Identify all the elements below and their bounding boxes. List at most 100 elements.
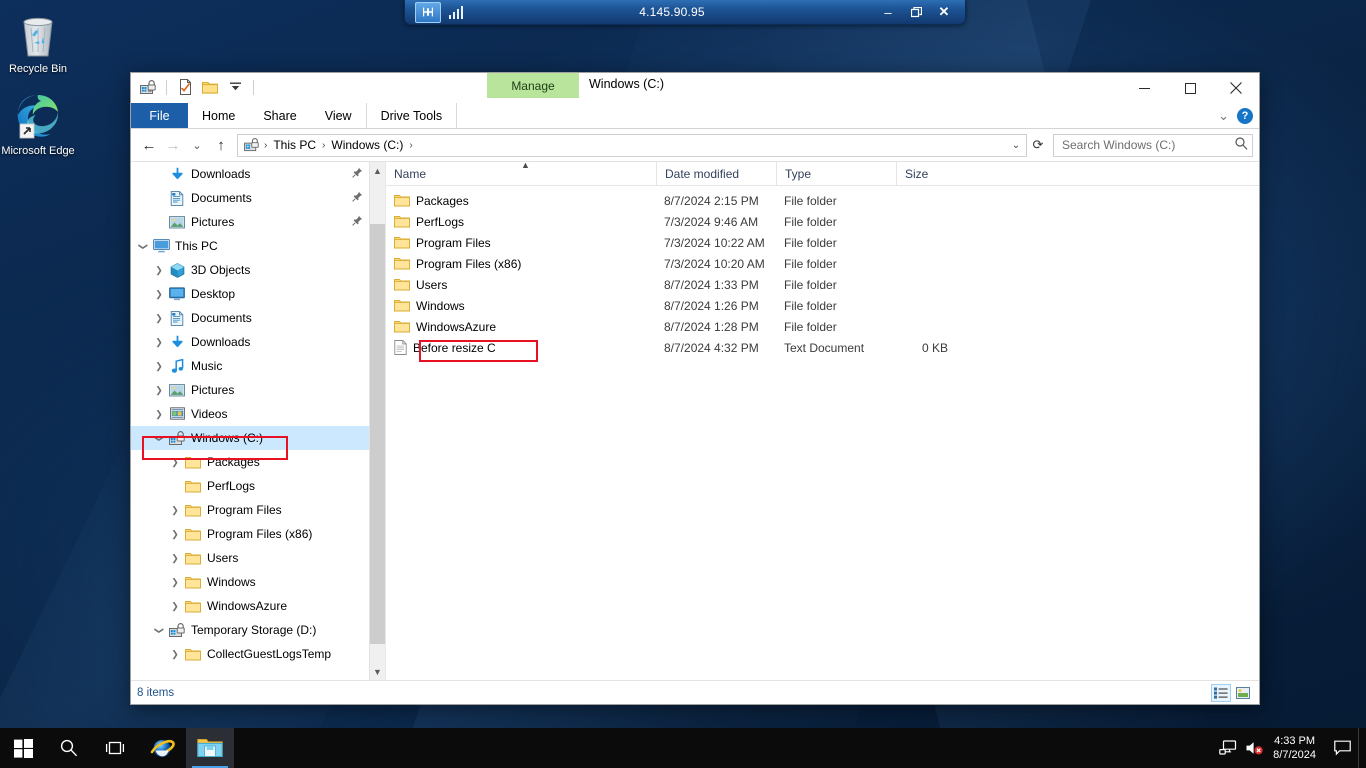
tab-drive-tools[interactable]: Drive Tools [365, 103, 458, 128]
chevron-right-icon[interactable]: ❯ [167, 601, 183, 612]
rdp-close-button[interactable]: ✕ [931, 1, 957, 23]
breadcrumb-dropdown-icon[interactable]: ⌄ [1008, 140, 1024, 151]
tab-home[interactable]: Home [188, 103, 249, 128]
file-row[interactable]: Program Files 7/3/2024 10:22 AM File folde… [386, 232, 1259, 253]
nav-item-windows[interactable]: ❯ Windows [131, 570, 369, 594]
clock[interactable]: 4:33 PM 8/7/2024 [1267, 734, 1326, 762]
chevron-down-icon[interactable]: ❯ [138, 238, 149, 254]
chevron-right-icon[interactable]: ❯ [167, 577, 183, 588]
nav-item-documents[interactable]: Documents [131, 186, 369, 210]
action-center-icon[interactable] [1326, 728, 1358, 768]
large-icons-view-button[interactable] [1233, 684, 1253, 702]
chevron-down-icon[interactable]: ❯ [154, 622, 165, 638]
navigation-scrollbar[interactable]: ▲ ▼ [369, 162, 385, 680]
nav-item-windows-c[interactable]: ❯ Windows (C:) [131, 426, 369, 450]
nav-item-documents[interactable]: ❯ Documents [131, 306, 369, 330]
chevron-right-icon[interactable]: ❯ [167, 553, 183, 564]
desktop-icon-microsoft-edge[interactable]: Microsoft Edge [0, 92, 76, 158]
file-row[interactable]: Before resize C 8/7/2024 4:32 PM Text Docu… [386, 337, 1259, 358]
maximize-button[interactable] [1167, 73, 1213, 103]
nav-item-users[interactable]: ❯ Users [131, 546, 369, 570]
nav-item-pictures[interactable]: ❯ Pictures [131, 378, 369, 402]
chevron-right-icon[interactable]: ❯ [167, 505, 183, 516]
nav-item-3d-objects[interactable]: ❯ 3D Objects [131, 258, 369, 282]
chevron-down-icon[interactable]: ⌄ [1218, 108, 1229, 124]
scroll-up-arrow[interactable]: ▲ [370, 162, 385, 179]
nav-item-desktop[interactable]: ❯ Desktop [131, 282, 369, 306]
task-view-icon[interactable] [92, 728, 138, 768]
chevron-down-icon[interactable]: ❯ [154, 430, 165, 446]
chevron-right-icon[interactable]: ❯ [167, 457, 183, 468]
nav-item-program-files[interactable]: ❯ Program Files [131, 498, 369, 522]
search-icon[interactable] [46, 728, 92, 768]
breadcrumb-item-this-pc[interactable]: This PC [269, 135, 320, 156]
breadcrumb-item-windows-c[interactable]: Windows (C:) [327, 135, 407, 156]
tab-view[interactable]: View [311, 103, 366, 128]
volume-muted-icon[interactable] [1241, 728, 1267, 768]
chevron-right-icon[interactable]: ❯ [151, 385, 167, 396]
customize-quick-access-icon[interactable] [224, 77, 246, 98]
drive-properties-icon[interactable] [174, 77, 196, 98]
nav-item-downloads[interactable]: ❯ Downloads [131, 330, 369, 354]
pin-icon[interactable] [352, 167, 363, 181]
rdp-restore-button[interactable] [903, 1, 929, 23]
nav-item-videos[interactable]: ❯ Videos [131, 402, 369, 426]
pin-icon[interactable] [415, 1, 441, 23]
pin-icon[interactable] [352, 215, 363, 229]
details-view-button[interactable] [1211, 683, 1231, 702]
column-header-size[interactable]: Size [896, 161, 966, 186]
signal-strength-icon[interactable] [443, 2, 469, 23]
tab-file[interactable]: File [131, 103, 188, 128]
new-folder-icon[interactable] [199, 77, 221, 98]
nav-item-perflogs[interactable]: PerfLogs [131, 474, 369, 498]
nav-item-this-pc[interactable]: ❯ This PC [131, 234, 369, 258]
chevron-right-icon[interactable]: ❯ [151, 361, 167, 372]
forward-button[interactable]: → [161, 133, 185, 157]
back-button[interactable]: ← [137, 133, 161, 157]
show-desktop-button[interactable] [1358, 728, 1366, 768]
help-icon[interactable]: ? [1237, 107, 1253, 124]
file-row[interactable]: Packages 8/7/2024 2:15 PM File folder [386, 190, 1259, 211]
recent-locations-button[interactable]: ⌄ [185, 133, 209, 157]
nav-item-program-files-x86[interactable]: ❯ Program Files (x86) [131, 522, 369, 546]
nav-item-temporary-storage-d[interactable]: ❯ Temporary Storage (D:) [131, 618, 369, 642]
minimize-button[interactable] [1121, 73, 1167, 103]
network-icon[interactable] [1215, 728, 1241, 768]
up-button[interactable]: ↑ [209, 133, 233, 157]
nav-item-windowsazure[interactable]: ❯ WindowsAzure [131, 594, 369, 618]
taskbar-internet-explorer-icon[interactable] [138, 728, 186, 768]
file-row[interactable]: WindowsAzure 8/7/2024 1:28 PM File folder [386, 316, 1259, 337]
column-header-type[interactable]: Type [776, 161, 896, 186]
scrollbar-thumb[interactable] [370, 224, 385, 644]
nav-item-packages[interactable]: ❯ Packages [131, 450, 369, 474]
nav-item-music[interactable]: ❯ Music [131, 354, 369, 378]
chevron-right-icon[interactable]: ❯ [151, 313, 167, 324]
rdp-minimize-button[interactable]: – [875, 1, 901, 23]
nav-item-downloads[interactable]: Downloads [131, 162, 369, 186]
chevron-right-icon[interactable]: ❯ [167, 649, 183, 660]
chevron-right-icon[interactable]: ❯ [151, 337, 167, 348]
chevron-right-icon[interactable]: ❯ [151, 409, 167, 420]
search-input[interactable]: Search Windows (C:) [1053, 133, 1253, 157]
chevron-right-icon[interactable]: ❯ [151, 289, 167, 300]
column-header-date-modified[interactable]: Date modified [656, 161, 776, 186]
scroll-down-arrow[interactable]: ▼ [370, 663, 385, 680]
nav-item-collectguestlogstemp[interactable]: ❯ CollectGuestLogsTemp [131, 642, 369, 666]
file-date-cell: 7/3/2024 10:22 AM [664, 235, 765, 250]
file-row[interactable]: Users 8/7/2024 1:33 PM File folder [386, 274, 1259, 295]
drive-icon[interactable] [137, 77, 159, 98]
tab-share[interactable]: Share [249, 103, 310, 128]
chevron-right-icon[interactable]: ❯ [167, 529, 183, 540]
chevron-right-icon[interactable]: ❯ [151, 265, 167, 276]
refresh-button[interactable]: ⟳ [1027, 134, 1049, 157]
file-row[interactable]: Program Files (x86) 7/3/2024 10:20 AM File… [386, 253, 1259, 274]
desktop-icon-recycle-bin[interactable]: Recycle Bin [0, 10, 76, 76]
taskbar-file-explorer-icon[interactable] [186, 728, 234, 768]
nav-item-pictures[interactable]: Pictures [131, 210, 369, 234]
pin-icon[interactable] [352, 191, 363, 205]
breadcrumb[interactable]: › This PC › Windows (C:) › ⌄ [237, 133, 1027, 157]
file-row[interactable]: Windows 8/7/2024 1:26 PM File folder [386, 295, 1259, 316]
file-row[interactable]: PerfLogs 7/3/2024 9:46 AM File folder [386, 211, 1259, 232]
close-button[interactable] [1213, 73, 1259, 103]
start-icon[interactable] [0, 728, 46, 768]
